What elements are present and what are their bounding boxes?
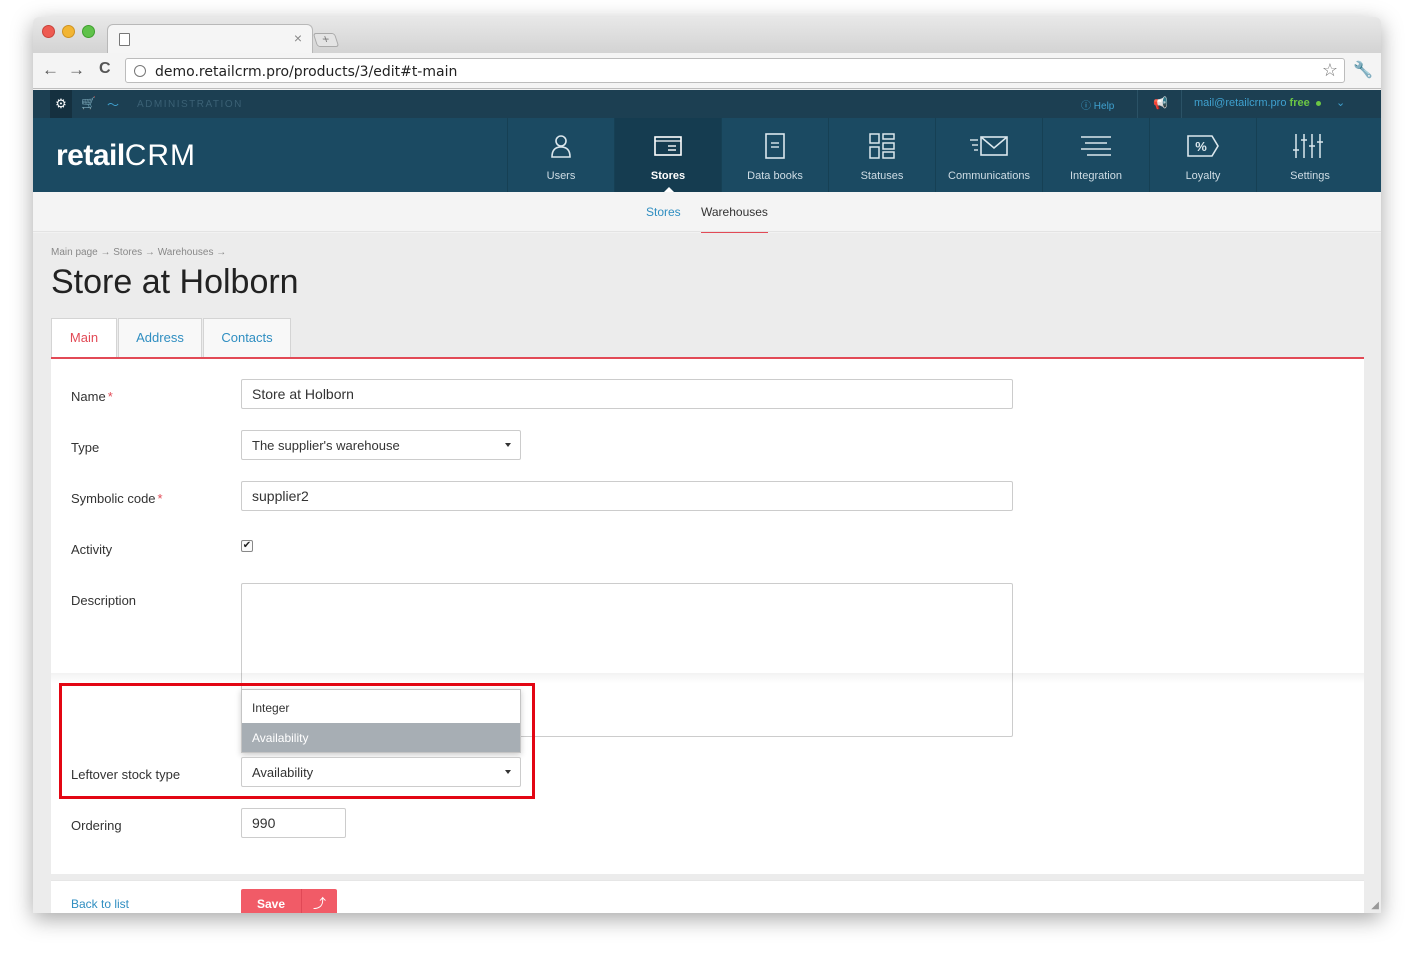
back-arrow-icon[interactable]: ←	[42, 60, 59, 80]
dropdown-arrow-icon	[505, 443, 511, 447]
nav-label: Data books	[747, 170, 803, 182]
integration-icon	[1081, 136, 1111, 156]
symbolic-code-label: Symbolic code *	[71, 491, 163, 506]
svg-text:%: %	[1195, 139, 1207, 154]
nav-loyalty[interactable]: % Loyalty	[1149, 118, 1256, 192]
activity-checkbox[interactable]: ✔	[241, 540, 253, 552]
save-label: Save	[256, 897, 286, 911]
type-label: Type	[71, 440, 100, 455]
save-button[interactable]: Save ⤴	[241, 889, 337, 913]
nav-integration[interactable]: Integration	[1042, 118, 1149, 192]
help-icon: ⓘ	[1081, 101, 1094, 112]
account-menu[interactable]: mail@retailcrm.pro free	[1194, 97, 1310, 109]
tab-contacts[interactable]: Contacts	[203, 318, 291, 357]
help-label: Help	[1093, 101, 1115, 112]
account-plan: free	[1289, 97, 1310, 109]
nav-data-books[interactable]: Data books	[721, 118, 828, 192]
nav-settings[interactable]: Settings	[1256, 118, 1363, 192]
back-to-list-link[interactable]: Back to list	[71, 897, 129, 911]
book-icon	[765, 133, 785, 159]
nav-label: Communications	[948, 170, 1030, 182]
description-label: Description	[71, 593, 137, 608]
divider	[1181, 90, 1182, 118]
name-label: Name *	[71, 389, 113, 404]
divider	[1137, 90, 1138, 118]
sliders-icon	[1293, 134, 1323, 158]
subnav-warehouses[interactable]: Warehouses	[701, 205, 768, 233]
nav-label: Statuses	[860, 170, 904, 182]
nav-label: Stores	[650, 170, 686, 182]
nav-stores[interactable]: Stores	[614, 118, 721, 192]
user-icon	[551, 135, 571, 158]
logo-crm: CRM	[124, 139, 197, 172]
nav-label: Integration	[1070, 170, 1122, 182]
nav-label: Settings	[1290, 170, 1330, 182]
page-title: Store at Holborn	[51, 263, 299, 301]
statuses-icon	[869, 133, 895, 159]
ordering-input[interactable]: 990	[241, 808, 346, 838]
form-footer: Back to list Save ⤴	[51, 880, 1364, 913]
wrench-icon[interactable]: 🔧	[1353, 60, 1373, 80]
symbolic-code-input[interactable]: supplier2	[241, 481, 1013, 511]
forward-arrow-icon[interactable]: →	[68, 60, 85, 80]
online-status-dot	[1316, 101, 1321, 106]
tab-main[interactable]: Main	[51, 318, 117, 357]
megaphone-icon[interactable]: 📢	[1153, 96, 1168, 110]
nav-label: Loyalty	[1185, 170, 1221, 182]
document-icon	[119, 33, 130, 46]
logo-retail: retail	[56, 139, 125, 172]
administration-label: ADMINISTRATION	[137, 99, 243, 110]
address-bar[interactable]: demo.retailcrm.pro/products/3/edit#t-mai…	[125, 58, 1345, 83]
admin-bar: ⚙ 🛒 〜 ADMINISTRATION ⓘ Help 📢 mail@retai…	[33, 90, 1381, 118]
minimize-window-button[interactable]	[62, 25, 75, 38]
ordering-label: Ordering	[71, 818, 122, 833]
save-and-exit-icon[interactable]: ⤴	[302, 889, 337, 913]
overlay-shadow	[51, 673, 1364, 683]
new-tab-button[interactable]: +	[312, 32, 340, 47]
analytics-icon[interactable]: 〜	[107, 96, 119, 113]
type-select[interactable]: The supplier's warehouse	[241, 430, 521, 460]
envelope-icon	[970, 136, 1008, 156]
main-header: retailCRM Users Stores Data books Status…	[33, 118, 1381, 192]
browser-window: × + ← → C demo.retailcrm.pro/products/3/…	[33, 17, 1381, 913]
nav-communications[interactable]: Communications	[935, 118, 1042, 192]
zoom-window-button[interactable]	[82, 25, 95, 38]
highlight-box	[59, 683, 535, 799]
gear-icon[interactable]: ⚙	[50, 90, 72, 118]
required-mark: *	[107, 389, 113, 404]
activity-label: Activity	[71, 542, 113, 557]
nav-statuses[interactable]: Statuses	[828, 118, 935, 192]
bookmark-star-icon[interactable]: ☆	[1322, 60, 1338, 81]
tab-address[interactable]: Address	[118, 318, 202, 357]
help-link[interactable]: ⓘ Help	[1081, 97, 1114, 112]
browser-tab[interactable]: ×	[107, 24, 313, 53]
page-info-icon[interactable]	[134, 65, 146, 77]
form-panel: Name * Store at Holborn Type The supplier…	[51, 357, 1364, 874]
account-email: mail@retailcrm.pro	[1194, 97, 1287, 109]
url-text[interactable]: demo.retailcrm.pro/products/3/edit#t-mai…	[155, 64, 457, 80]
subnav-stores[interactable]: Stores	[646, 205, 681, 219]
required-mark: *	[157, 491, 163, 506]
retailcrm-logo[interactable]: retailCRM	[56, 139, 196, 173]
type-select-value: The supplier's warehouse	[252, 438, 400, 453]
resize-grip-icon[interactable]: ◢	[1371, 900, 1379, 911]
store-window-icon	[654, 136, 682, 156]
percent-tag-icon: %	[1187, 135, 1219, 157]
browser-toolbar: ← → C demo.retailcrm.pro/products/3/edit…	[33, 53, 1381, 89]
sub-navigation: Stores Warehouses	[33, 192, 1381, 233]
symbolic-code-label-text: Symbolic code	[71, 491, 156, 506]
chevron-down-icon[interactable]: ⌄	[1336, 96, 1345, 109]
nav-label: Users	[546, 170, 576, 182]
close-tab-icon[interactable]: ×	[294, 30, 302, 46]
breadcrumb[interactable]: Main page → Stores → Warehouses →	[51, 247, 226, 258]
close-window-button[interactable]	[42, 25, 55, 38]
nav-users[interactable]: Users	[507, 118, 614, 192]
tab-strip: × +	[33, 17, 1381, 53]
content-area: Main page → Stores → Warehouses → Store …	[33, 233, 1381, 913]
name-label-text: Name	[71, 389, 106, 404]
name-input[interactable]: Store at Holborn	[241, 379, 1013, 409]
cart-icon[interactable]: 🛒	[81, 96, 96, 110]
reload-icon[interactable]: C	[99, 60, 111, 78]
